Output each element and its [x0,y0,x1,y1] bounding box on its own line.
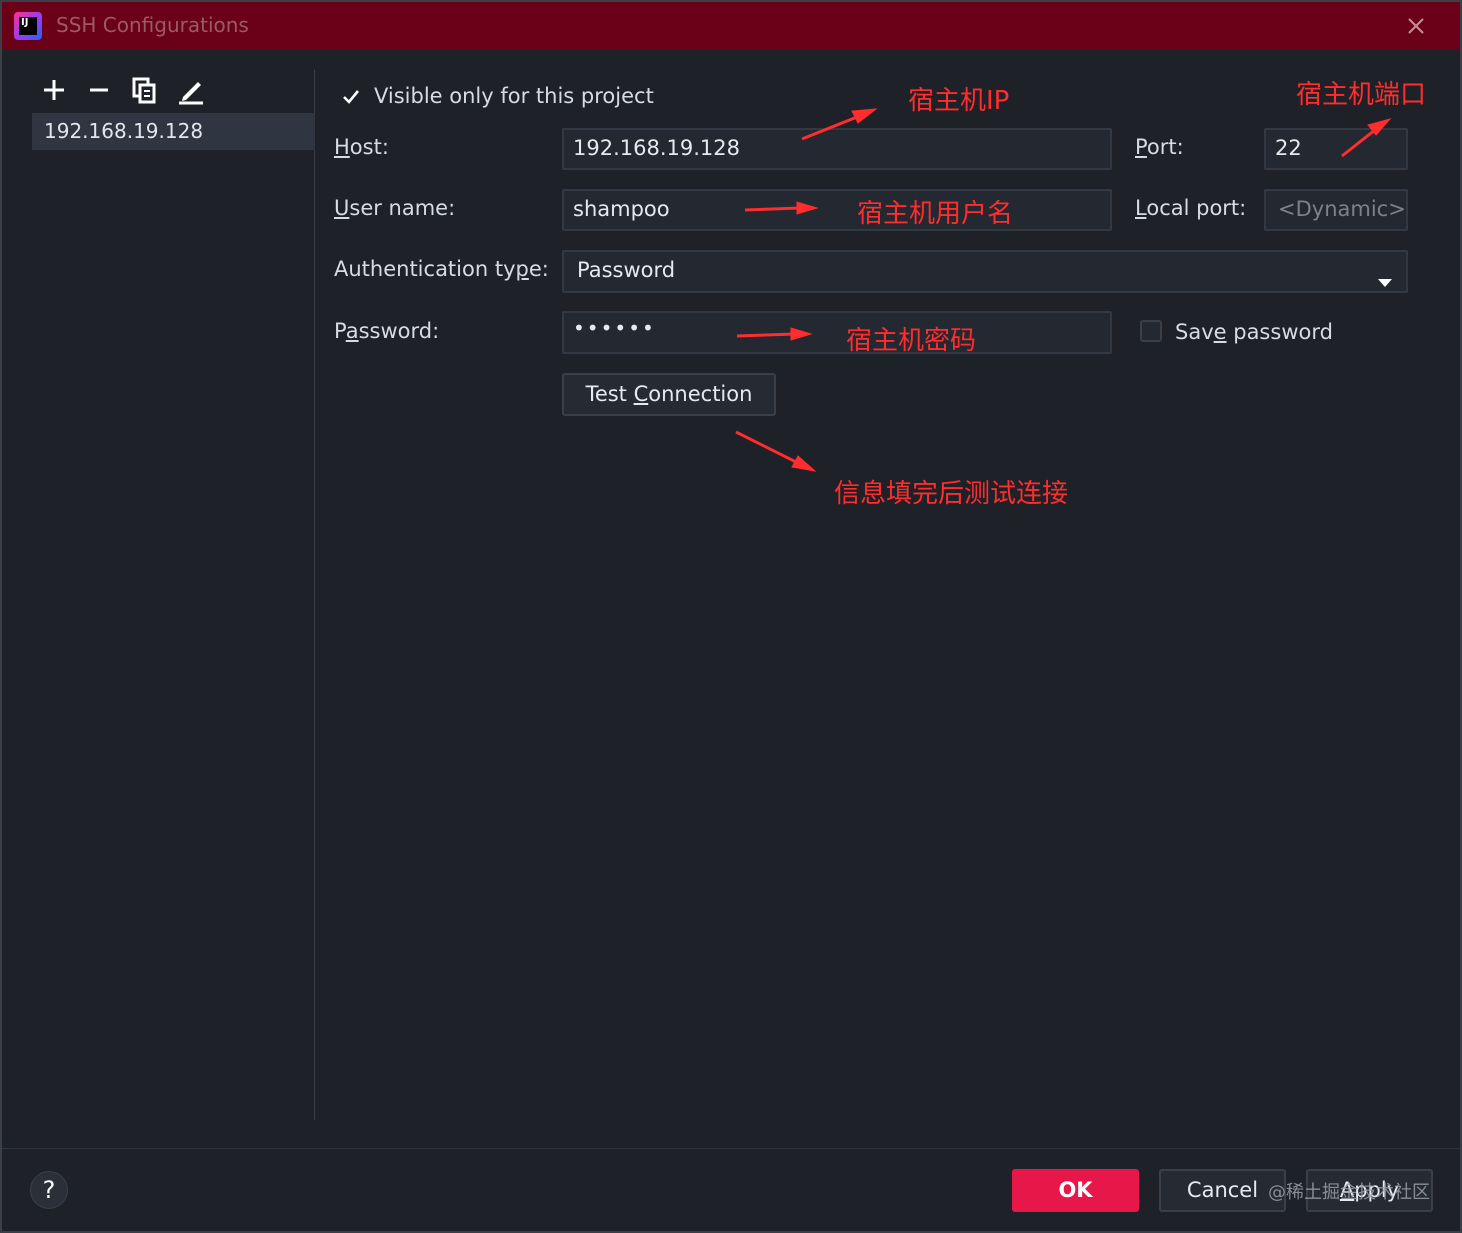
annotation-host-port: 宿主机端口 [1296,80,1427,110]
annotation-test-note: 信息填完后测试连接 [834,479,1069,509]
sidebar-item-192-168-19-128[interactable]: 192.168.19.128 [32,113,315,150]
copy-icon[interactable] [128,72,162,108]
sidebar-item-label: 192.168.19.128 [44,119,204,143]
local-port-label: Local port: [1135,196,1247,220]
intellij-logo-icon: IJ [14,12,42,40]
authentication-type-label: Authentication type: [334,257,549,281]
window-title: SSH Configurations [56,13,249,37]
user-name-label: User name: [334,196,456,220]
title-bar: IJ SSH Configurations [0,0,1462,50]
cancel-button[interactable]: Cancel [1159,1169,1286,1212]
authentication-type-value: Password [577,258,676,282]
close-icon[interactable] [1400,10,1432,42]
host-label: Host: [334,135,389,159]
annotation-host-user: 宿主机用户名 [857,199,1014,229]
authentication-type-select[interactable]: Password [562,250,1408,293]
ok-button[interactable]: OK [1012,1169,1139,1212]
chevron-down-icon [1376,265,1394,287]
help-button[interactable]: ? [30,1171,68,1209]
local-port-input[interactable]: <Dynamic> [1264,189,1408,231]
edit-icon[interactable] [174,72,208,108]
remove-icon[interactable] [82,72,116,108]
port-input[interactable]: 22 [1264,128,1408,170]
password-label: Password: [334,319,440,343]
logo-text: IJ [19,17,37,35]
visible-only-label: Visible only for this project [374,84,654,108]
password-input[interactable]: •••••• [562,311,1112,354]
annotation-host-ip: 宿主机IP [908,86,1010,116]
save-password-checkbox[interactable] [1140,320,1162,342]
visible-only-checkbox[interactable] [341,87,361,107]
annotation-host-password: 宿主机密码 [846,326,977,356]
add-icon[interactable] [37,72,71,108]
user-name-input[interactable]: shampoo [562,189,1112,231]
watermark: @稀土掘金技术社区 [1268,1182,1430,1203]
sidebar [0,50,315,1120]
test-connection-button[interactable]: Test Connection [562,373,776,416]
host-input[interactable]: 192.168.19.128 [562,128,1112,170]
save-password-label: Save password [1175,320,1333,344]
sidebar-divider [314,70,315,1120]
footer-divider [0,1148,1462,1149]
port-label: Port: [1135,135,1184,159]
